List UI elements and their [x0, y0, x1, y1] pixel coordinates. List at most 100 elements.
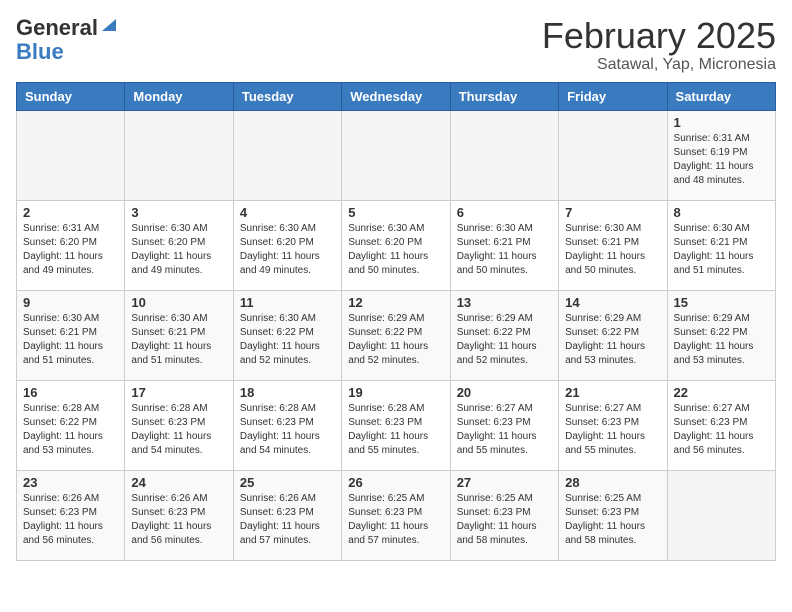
calendar-cell: 23Sunrise: 6:26 AMSunset: 6:23 PMDayligh… — [17, 470, 125, 560]
calendar-cell: 18 Sunrise: 6:28 AMSunset: 6:23 PMDayligh… — [233, 380, 341, 470]
calendar-header-row: SundayMondayTuesdayWednesdayThursdayFrid… — [17, 82, 776, 110]
day-number: 26 — [348, 475, 443, 490]
calendar-cell — [17, 110, 125, 200]
cell-info: Sunrise: 6:25 AMSunset: 6:23 PMDaylight:… — [348, 492, 443, 548]
day-number: 20 — [457, 385, 552, 400]
day-number: 4 — [240, 205, 335, 220]
calendar-cell — [233, 110, 341, 200]
day-number: 16 — [23, 385, 118, 400]
cell-info: Sunrise: 6:30 AMSunset: 6:21 PMDaylight:… — [23, 312, 118, 368]
day-number: 13 — [457, 295, 552, 310]
day-header-thursday: Thursday — [450, 82, 558, 110]
logo-triangle-icon — [100, 17, 118, 35]
day-number: 12 — [348, 295, 443, 310]
day-number: 28 — [565, 475, 660, 490]
calendar-cell: 1Sunrise: 6:31 AMSunset: 6:19 PMDaylight… — [667, 110, 775, 200]
cell-info: Sunrise: 6:29 AMSunset: 6:22 PMDaylight:… — [674, 312, 769, 368]
cell-info: Sunrise: 6:30 AMSunset: 6:20 PMDaylight:… — [131, 222, 226, 278]
calendar-cell: 27 Sunrise: 6:25 AMSunset: 6:23 PMDayligh… — [450, 470, 558, 560]
cell-info: Sunrise: 6:25 AMSunset: 6:23 PMDaylight:… — [565, 492, 660, 548]
day-header-saturday: Saturday — [667, 82, 775, 110]
calendar-cell: 17 Sunrise: 6:28 AMSunset: 6:23 PMDayligh… — [125, 380, 233, 470]
day-number: 22 — [674, 385, 769, 400]
calendar-cell: 11 Sunrise: 6:30 AMSunset: 6:22 PMDayligh… — [233, 290, 341, 380]
day-number: 9 — [23, 295, 118, 310]
calendar-cell: 15 Sunrise: 6:29 AMSunset: 6:22 PMDayligh… — [667, 290, 775, 380]
cell-info: Sunrise: 6:30 AMSunset: 6:21 PMDaylight:… — [565, 222, 660, 278]
cell-info: Sunrise: 6:27 AMSunset: 6:23 PMDaylight:… — [674, 402, 769, 458]
day-number: 3 — [131, 205, 226, 220]
day-number: 1 — [674, 115, 769, 130]
calendar-week-row: 1Sunrise: 6:31 AMSunset: 6:19 PMDaylight… — [17, 110, 776, 200]
day-number: 18 — [240, 385, 335, 400]
cell-info: Sunrise: 6:28 AMSunset: 6:23 PMDaylight:… — [348, 402, 443, 458]
calendar-cell: 3 Sunrise: 6:30 AMSunset: 6:20 PMDaylight… — [125, 200, 233, 290]
day-header-tuesday: Tuesday — [233, 82, 341, 110]
location-title: Satawal, Yap, Micronesia — [542, 56, 776, 74]
calendar-cell: 4 Sunrise: 6:30 AMSunset: 6:20 PMDaylight… — [233, 200, 341, 290]
logo: General Blue — [16, 16, 118, 64]
day-number: 27 — [457, 475, 552, 490]
calendar-cell: 7 Sunrise: 6:30 AMSunset: 6:21 PMDaylight… — [559, 200, 667, 290]
calendar-cell — [667, 470, 775, 560]
calendar-table: SundayMondayTuesdayWednesdayThursdayFrid… — [16, 82, 776, 561]
calendar-cell: 12 Sunrise: 6:29 AMSunset: 6:22 PMDayligh… — [342, 290, 450, 380]
day-header-wednesday: Wednesday — [342, 82, 450, 110]
calendar-cell: 25 Sunrise: 6:26 AMSunset: 6:23 PMDayligh… — [233, 470, 341, 560]
logo-blue-text: Blue — [16, 39, 64, 64]
calendar-week-row: 2 Sunrise: 6:31 AMSunset: 6:20 PMDaylight… — [17, 200, 776, 290]
day-number: 21 — [565, 385, 660, 400]
calendar-cell: 10Sunrise: 6:30 AMSunset: 6:21 PMDayligh… — [125, 290, 233, 380]
day-number: 10 — [131, 295, 226, 310]
cell-info: Sunrise: 6:30 AMSunset: 6:20 PMDaylight:… — [240, 222, 335, 278]
day-number: 6 — [457, 205, 552, 220]
calendar-cell: 26 Sunrise: 6:25 AMSunset: 6:23 PMDayligh… — [342, 470, 450, 560]
calendar-cell: 24 Sunrise: 6:26 AMSunset: 6:23 PMDayligh… — [125, 470, 233, 560]
calendar-cell: 16 Sunrise: 6:28 AMSunset: 6:22 PMDayligh… — [17, 380, 125, 470]
calendar-cell: 19 Sunrise: 6:28 AMSunset: 6:23 PMDayligh… — [342, 380, 450, 470]
cell-info: Sunrise: 6:27 AMSunset: 6:23 PMDaylight:… — [457, 402, 552, 458]
day-header-sunday: Sunday — [17, 82, 125, 110]
day-header-monday: Monday — [125, 82, 233, 110]
page-header: General Blue February 2025 Satawal, Yap,… — [16, 16, 776, 74]
calendar-cell: 2 Sunrise: 6:31 AMSunset: 6:20 PMDaylight… — [17, 200, 125, 290]
calendar-cell: 14 Sunrise: 6:29 AMSunset: 6:22 PMDayligh… — [559, 290, 667, 380]
cell-info: Sunrise: 6:26 AMSunset: 6:23 PMDaylight:… — [131, 492, 226, 548]
day-number: 2 — [23, 205, 118, 220]
day-number: 19 — [348, 385, 443, 400]
title-block: February 2025 Satawal, Yap, Micronesia — [542, 16, 776, 74]
day-header-friday: Friday — [559, 82, 667, 110]
cell-info: Sunrise: 6:30 AMSunset: 6:21 PMDaylight:… — [457, 222, 552, 278]
cell-info: Sunrise: 6:29 AMSunset: 6:22 PMDaylight:… — [565, 312, 660, 368]
day-number: 14 — [565, 295, 660, 310]
calendar-cell: 5Sunrise: 6:30 AMSunset: 6:20 PMDaylight… — [342, 200, 450, 290]
day-number: 17 — [131, 385, 226, 400]
day-number: 24 — [131, 475, 226, 490]
logo-general-text: General — [16, 16, 98, 40]
calendar-week-row: 16 Sunrise: 6:28 AMSunset: 6:22 PMDayligh… — [17, 380, 776, 470]
cell-info: Sunrise: 6:28 AMSunset: 6:22 PMDaylight:… — [23, 402, 118, 458]
calendar-cell: 13Sunrise: 6:29 AMSunset: 6:22 PMDayligh… — [450, 290, 558, 380]
calendar-cell — [125, 110, 233, 200]
cell-info: Sunrise: 6:30 AMSunset: 6:21 PMDaylight:… — [674, 222, 769, 278]
calendar-cell — [450, 110, 558, 200]
cell-info: Sunrise: 6:27 AMSunset: 6:23 PMDaylight:… — [565, 402, 660, 458]
cell-info: Sunrise: 6:31 AMSunset: 6:20 PMDaylight:… — [23, 222, 118, 278]
cell-info: Sunrise: 6:26 AMSunset: 6:23 PMDaylight:… — [240, 492, 335, 548]
calendar-cell — [559, 110, 667, 200]
cell-info: Sunrise: 6:29 AMSunset: 6:22 PMDaylight:… — [348, 312, 443, 368]
day-number: 25 — [240, 475, 335, 490]
calendar-cell: 8Sunrise: 6:30 AMSunset: 6:21 PMDaylight… — [667, 200, 775, 290]
cell-info: Sunrise: 6:30 AMSunset: 6:22 PMDaylight:… — [240, 312, 335, 368]
day-number: 7 — [565, 205, 660, 220]
cell-info: Sunrise: 6:28 AMSunset: 6:23 PMDaylight:… — [131, 402, 226, 458]
day-number: 15 — [674, 295, 769, 310]
cell-info: Sunrise: 6:26 AMSunset: 6:23 PMDaylight:… — [23, 492, 118, 548]
calendar-cell — [342, 110, 450, 200]
day-number: 11 — [240, 295, 335, 310]
calendar-week-row: 23Sunrise: 6:26 AMSunset: 6:23 PMDayligh… — [17, 470, 776, 560]
day-number: 5 — [348, 205, 443, 220]
cell-info: Sunrise: 6:28 AMSunset: 6:23 PMDaylight:… — [240, 402, 335, 458]
calendar-week-row: 9 Sunrise: 6:30 AMSunset: 6:21 PMDaylight… — [17, 290, 776, 380]
cell-info: Sunrise: 6:25 AMSunset: 6:23 PMDaylight:… — [457, 492, 552, 548]
